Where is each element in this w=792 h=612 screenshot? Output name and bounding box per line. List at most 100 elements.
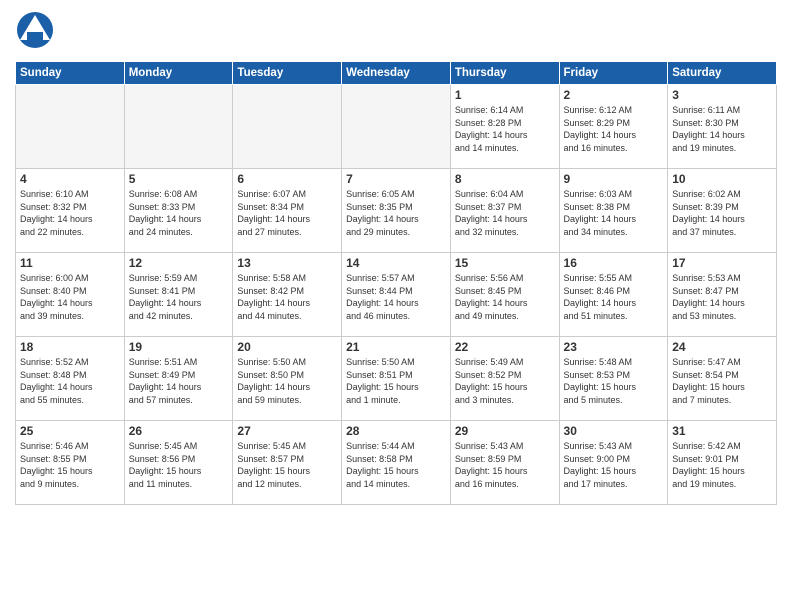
- day-number: 25: [20, 424, 120, 438]
- day-number: 24: [672, 340, 772, 354]
- day-cell: 30 Sunrise: 5:43 AMSunset: 9:00 PMDayligh…: [559, 421, 668, 505]
- day-cell: 10 Sunrise: 6:02 AMSunset: 8:39 PMDayligh…: [668, 169, 777, 253]
- calendar: SundayMondayTuesdayWednesdayThursdayFrid…: [15, 61, 777, 505]
- day-cell: 28Sunrise: 5:44 AMSunset: 8:58 PMDayligh…: [342, 421, 451, 505]
- day-cell: 7 Sunrise: 6:05 AMSunset: 8:35 PMDaylight…: [342, 169, 451, 253]
- day-info: Sunrise: 6:12 AMSunset: 8:29 PMDaylight:…: [564, 104, 664, 154]
- day-cell: 13 Sunrise: 5:58 AMSunset: 8:42 PMDayligh…: [233, 253, 342, 337]
- day-info: Sunrise: 6:00 AMSunset: 8:40 PMDaylight:…: [20, 272, 120, 322]
- day-info: Sunrise: 5:50 AMSunset: 8:51 PMDaylight:…: [346, 356, 446, 406]
- week-row-1: 1 Sunrise: 6:14 AMSunset: 8:28 PMDaylight…: [16, 85, 777, 169]
- day-number: 7: [346, 172, 446, 186]
- day-cell: 27Sunrise: 5:45 AMSunset: 8:57 PMDayligh…: [233, 421, 342, 505]
- day-cell: 29 Sunrise: 5:43 AMSunset: 8:59 PMDayligh…: [450, 421, 559, 505]
- col-header-tuesday: Tuesday: [233, 62, 342, 85]
- day-cell: 5 Sunrise: 6:08 AMSunset: 8:33 PMDaylight…: [124, 169, 233, 253]
- day-number: 22: [455, 340, 555, 354]
- day-cell: 14 Sunrise: 5:57 AMSunset: 8:44 PMDayligh…: [342, 253, 451, 337]
- day-info: Sunrise: 6:04 AMSunset: 8:37 PMDaylight:…: [455, 188, 555, 238]
- day-info: Sunrise: 5:46 AMSunset: 8:55 PMDaylight:…: [20, 440, 120, 490]
- day-number: 30: [564, 424, 664, 438]
- day-info: Sunrise: 5:45 AMSunset: 8:57 PMDaylight:…: [237, 440, 337, 490]
- day-number: 29: [455, 424, 555, 438]
- day-cell: 17Sunrise: 5:53 AMSunset: 8:47 PMDayligh…: [668, 253, 777, 337]
- day-number: 31: [672, 424, 772, 438]
- day-number: 5: [129, 172, 229, 186]
- day-cell: 20 Sunrise: 5:50 AMSunset: 8:50 PMDayligh…: [233, 337, 342, 421]
- week-row-3: 11 Sunrise: 6:00 AMSunset: 8:40 PMDayligh…: [16, 253, 777, 337]
- day-info: Sunrise: 5:58 AMSunset: 8:42 PMDaylight:…: [237, 272, 337, 322]
- day-info: Sunrise: 5:44 AMSunset: 8:58 PMDaylight:…: [346, 440, 446, 490]
- day-info: Sunrise: 5:55 AMSunset: 8:46 PMDaylight:…: [564, 272, 664, 322]
- day-cell: [342, 85, 451, 169]
- day-cell: [233, 85, 342, 169]
- col-header-sunday: Sunday: [16, 62, 125, 85]
- day-number: 21: [346, 340, 446, 354]
- day-number: 18: [20, 340, 120, 354]
- day-number: 9: [564, 172, 664, 186]
- day-cell: 11 Sunrise: 6:00 AMSunset: 8:40 PMDayligh…: [16, 253, 125, 337]
- day-cell: 12 Sunrise: 5:59 AMSunset: 8:41 PMDayligh…: [124, 253, 233, 337]
- day-cell: 6Sunrise: 6:07 AMSunset: 8:34 PMDaylight…: [233, 169, 342, 253]
- day-cell: 2Sunrise: 6:12 AMSunset: 8:29 PMDaylight…: [559, 85, 668, 169]
- day-cell: 19 Sunrise: 5:51 AMSunset: 8:49 PMDayligh…: [124, 337, 233, 421]
- day-cell: 3Sunrise: 6:11 AMSunset: 8:30 PMDaylight…: [668, 85, 777, 169]
- day-info: Sunrise: 6:03 AMSunset: 8:38 PMDaylight:…: [564, 188, 664, 238]
- day-info: Sunrise: 6:02 AMSunset: 8:39 PMDaylight:…: [672, 188, 772, 238]
- day-number: 1: [455, 88, 555, 102]
- day-info: Sunrise: 6:10 AMSunset: 8:32 PMDaylight:…: [20, 188, 120, 238]
- day-info: Sunrise: 5:50 AMSunset: 8:50 PMDaylight:…: [237, 356, 337, 406]
- day-info: Sunrise: 6:14 AMSunset: 8:28 PMDaylight:…: [455, 104, 555, 154]
- day-info: Sunrise: 5:45 AMSunset: 8:56 PMDaylight:…: [129, 440, 229, 490]
- day-number: 17: [672, 256, 772, 270]
- day-cell: 25 Sunrise: 5:46 AMSunset: 8:55 PMDayligh…: [16, 421, 125, 505]
- day-number: 13: [237, 256, 337, 270]
- col-header-friday: Friday: [559, 62, 668, 85]
- col-header-saturday: Saturday: [668, 62, 777, 85]
- logo: [15, 10, 55, 55]
- col-header-monday: Monday: [124, 62, 233, 85]
- day-info: Sunrise: 5:51 AMSunset: 8:49 PMDaylight:…: [129, 356, 229, 406]
- day-number: 12: [129, 256, 229, 270]
- day-cell: 8 Sunrise: 6:04 AMSunset: 8:37 PMDaylight…: [450, 169, 559, 253]
- day-cell: [124, 85, 233, 169]
- day-cell: 16Sunrise: 5:55 AMSunset: 8:46 PMDayligh…: [559, 253, 668, 337]
- day-cell: 23 Sunrise: 5:48 AMSunset: 8:53 PMDayligh…: [559, 337, 668, 421]
- day-number: 10: [672, 172, 772, 186]
- day-info: Sunrise: 5:57 AMSunset: 8:44 PMDaylight:…: [346, 272, 446, 322]
- day-info: Sunrise: 5:42 AMSunset: 9:01 PMDaylight:…: [672, 440, 772, 490]
- day-info: Sunrise: 5:47 AMSunset: 8:54 PMDaylight:…: [672, 356, 772, 406]
- header-row: SundayMondayTuesdayWednesdayThursdayFrid…: [16, 62, 777, 85]
- header: [15, 10, 777, 55]
- day-info: Sunrise: 6:05 AMSunset: 8:35 PMDaylight:…: [346, 188, 446, 238]
- day-info: Sunrise: 5:43 AMSunset: 8:59 PMDaylight:…: [455, 440, 555, 490]
- day-number: 4: [20, 172, 120, 186]
- day-number: 11: [20, 256, 120, 270]
- day-number: 14: [346, 256, 446, 270]
- day-info: Sunrise: 5:59 AMSunset: 8:41 PMDaylight:…: [129, 272, 229, 322]
- day-number: 20: [237, 340, 337, 354]
- day-cell: 26Sunrise: 5:45 AMSunset: 8:56 PMDayligh…: [124, 421, 233, 505]
- day-info: Sunrise: 5:52 AMSunset: 8:48 PMDaylight:…: [20, 356, 120, 406]
- week-row-4: 18 Sunrise: 5:52 AMSunset: 8:48 PMDayligh…: [16, 337, 777, 421]
- day-cell: 18 Sunrise: 5:52 AMSunset: 8:48 PMDayligh…: [16, 337, 125, 421]
- week-row-5: 25 Sunrise: 5:46 AMSunset: 8:55 PMDayligh…: [16, 421, 777, 505]
- week-row-2: 4 Sunrise: 6:10 AMSunset: 8:32 PMDaylight…: [16, 169, 777, 253]
- day-info: Sunrise: 5:43 AMSunset: 9:00 PMDaylight:…: [564, 440, 664, 490]
- col-header-thursday: Thursday: [450, 62, 559, 85]
- day-number: 8: [455, 172, 555, 186]
- day-cell: 15Sunrise: 5:56 AMSunset: 8:45 PMDayligh…: [450, 253, 559, 337]
- day-info: Sunrise: 6:08 AMSunset: 8:33 PMDaylight:…: [129, 188, 229, 238]
- day-info: Sunrise: 5:48 AMSunset: 8:53 PMDaylight:…: [564, 356, 664, 406]
- day-info: Sunrise: 6:11 AMSunset: 8:30 PMDaylight:…: [672, 104, 772, 154]
- logo-icon: [15, 10, 55, 50]
- day-info: Sunrise: 5:49 AMSunset: 8:52 PMDaylight:…: [455, 356, 555, 406]
- day-cell: 31 Sunrise: 5:42 AMSunset: 9:01 PMDayligh…: [668, 421, 777, 505]
- day-cell: 22 Sunrise: 5:49 AMSunset: 8:52 PMDayligh…: [450, 337, 559, 421]
- day-info: Sunrise: 6:07 AMSunset: 8:34 PMDaylight:…: [237, 188, 337, 238]
- day-number: 23: [564, 340, 664, 354]
- day-cell: 24 Sunrise: 5:47 AMSunset: 8:54 PMDayligh…: [668, 337, 777, 421]
- day-number: 19: [129, 340, 229, 354]
- day-info: Sunrise: 5:56 AMSunset: 8:45 PMDaylight:…: [455, 272, 555, 322]
- day-cell: 9 Sunrise: 6:03 AMSunset: 8:38 PMDaylight…: [559, 169, 668, 253]
